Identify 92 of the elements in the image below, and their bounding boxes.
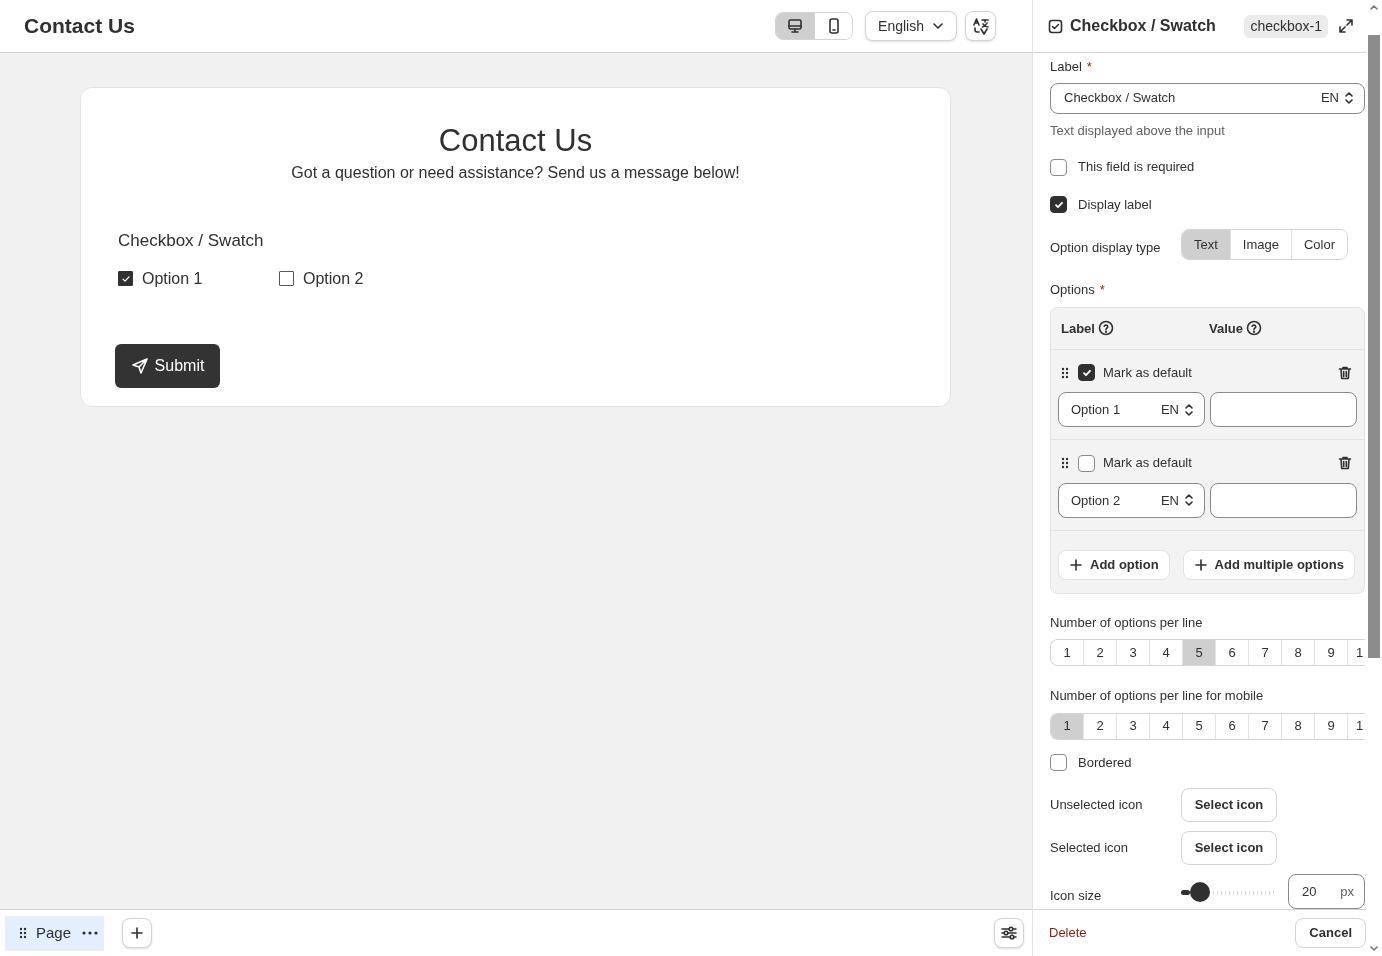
- help-icon[interactable]: [1097, 320, 1114, 337]
- language-select[interactable]: English: [865, 11, 957, 41]
- checkbox[interactable]: [1078, 454, 1095, 472]
- field-label: Options: [1050, 281, 1095, 300]
- slider-fill: [1181, 889, 1191, 895]
- page-tab[interactable]: Page: [5, 915, 104, 951]
- translate-button[interactable]: [965, 11, 996, 41]
- required-mark: *: [1086, 58, 1092, 76]
- checkbox-icon: [1048, 18, 1063, 34]
- option-label: Option 1: [142, 268, 203, 289]
- trash-icon[interactable]: [1337, 364, 1353, 381]
- segment-tab[interactable]: Color: [1291, 230, 1348, 260]
- drag-handle-icon[interactable]: [1061, 366, 1069, 379]
- segment-tab[interactable]: Text: [1182, 230, 1230, 260]
- field-label: Number of options per line for mobile: [1050, 687, 1265, 706]
- scrollbar-thumb[interactable]: [1368, 35, 1380, 658]
- number-option[interactable]: 5: [1183, 640, 1216, 666]
- cancel-button[interactable]: Cancel: [1295, 918, 1366, 948]
- submit-button[interactable]: Submit: [115, 343, 220, 388]
- field-label: Number of options per line: [1050, 613, 1204, 632]
- language-code: EN: [1160, 401, 1179, 420]
- help-icon[interactable]: [1245, 320, 1262, 337]
- delete-button[interactable]: Delete: [1049, 923, 1087, 943]
- expand-icon[interactable]: [1338, 18, 1354, 34]
- field-label: Option display type: [1050, 239, 1162, 258]
- desktop-icon: [786, 17, 805, 35]
- help-text: Text displayed above the input: [1050, 121, 1226, 140]
- chevron-down-icon: [932, 20, 944, 32]
- unit-label: px: [1340, 882, 1354, 901]
- check-icon: [1053, 199, 1064, 210]
- chevron-up-icon: [1369, 3, 1379, 11]
- field-label: Unselected icon: [1050, 796, 1144, 815]
- checkbox-label: Mark as default: [1103, 454, 1193, 473]
- checkbox-label: Mark as default: [1103, 363, 1193, 382]
- language-code: EN: [1320, 89, 1339, 108]
- plus-icon: [1193, 557, 1208, 572]
- field-label: Label: [1050, 58, 1082, 76]
- field-label: Icon size: [1050, 886, 1103, 905]
- number-option[interactable]: 1: [1051, 640, 1084, 666]
- checkbox-label: This field is required: [1078, 158, 1195, 177]
- paper-plane-icon: [130, 356, 149, 375]
- mobile-view-button[interactable]: [814, 13, 853, 39]
- form-subtitle: Got a question or need assistance? Send us a message below!: [290, 163, 741, 183]
- check-icon: [120, 273, 131, 284]
- checkbox[interactable]: [1050, 196, 1067, 214]
- checkbox[interactable]: [118, 271, 133, 286]
- form-title: Contact Us: [437, 122, 594, 160]
- column-header: Value: [1209, 319, 1243, 338]
- select-icon-button[interactable]: Select icon: [1181, 831, 1277, 865]
- plus-icon: [130, 926, 144, 940]
- icon-size-input[interactable]: 20 px: [1288, 874, 1365, 909]
- option-label: Option 2: [303, 268, 364, 289]
- page-title: Contact Us: [24, 13, 135, 40]
- number-option[interactable]: 1: [1051, 713, 1084, 739]
- column-header: Label: [1061, 319, 1095, 338]
- option-value-input[interactable]: [1210, 482, 1357, 518]
- field-label: Selected icon: [1050, 839, 1130, 858]
- checkbox[interactable]: [1050, 753, 1067, 771]
- checkbox-label: Bordered: [1078, 753, 1132, 772]
- desktop-view-button[interactable]: [776, 13, 815, 39]
- add-option-button[interactable]: Add option: [1058, 549, 1170, 580]
- add-page-button[interactable]: [122, 918, 152, 948]
- checkbox[interactable]: [1050, 158, 1067, 176]
- checkbox[interactable]: [279, 271, 294, 286]
- more-icon: [81, 930, 100, 936]
- chevron-up-down-icon: [1182, 402, 1196, 417]
- checkbox[interactable]: [1078, 364, 1095, 382]
- chevron-down-icon: [1369, 945, 1379, 953]
- panel-title: Checkbox / Swatch: [1070, 16, 1216, 36]
- check-icon: [1081, 367, 1092, 378]
- required-mark: *: [1099, 281, 1105, 300]
- drag-handle-icon: [19, 927, 27, 939]
- settings-button[interactable]: [994, 918, 1024, 948]
- option-label-input[interactable]: Option 2 EN: [1058, 482, 1205, 518]
- id-badge: checkbox-1: [1244, 14, 1328, 38]
- chevron-up-down-icon: [1342, 91, 1356, 106]
- drag-handle-icon[interactable]: [1061, 457, 1069, 470]
- option-label-input[interactable]: Option 1 EN: [1058, 392, 1205, 428]
- slider-thumb[interactable]: [1190, 881, 1211, 902]
- sliders-icon: [1000, 924, 1018, 942]
- trash-icon[interactable]: [1337, 455, 1353, 472]
- add-multiple-options-button[interactable]: Add multiple options: [1182, 549, 1355, 580]
- plus-icon: [1069, 557, 1083, 572]
- language-code: EN: [1160, 491, 1179, 510]
- translate-icon: [971, 17, 990, 35]
- label-input[interactable]: Checkbox / Swatch EN: [1050, 82, 1365, 114]
- chevron-up-down-icon: [1182, 493, 1196, 508]
- page-tab-label: Page: [36, 922, 72, 943]
- select-icon-button[interactable]: Select icon: [1181, 788, 1277, 822]
- field-label: Checkbox / Swatch: [118, 230, 265, 252]
- option-value-input[interactable]: [1210, 392, 1357, 428]
- checkbox-label: Display label: [1078, 195, 1152, 214]
